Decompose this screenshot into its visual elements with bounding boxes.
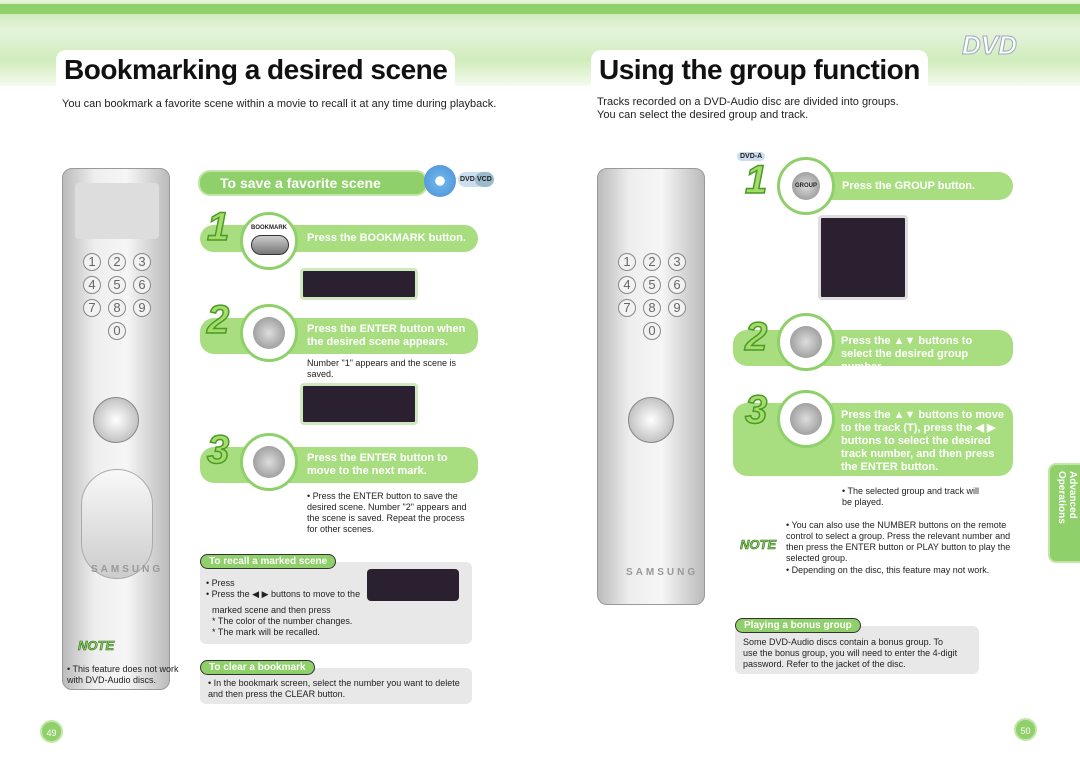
remote-key: 0 (643, 322, 661, 340)
note-icon: NOTE (740, 537, 777, 553)
remote-key: 2 (108, 253, 126, 271)
recall-heading: To recall a marked scene (200, 554, 337, 569)
remote-key: 7 (618, 299, 636, 317)
remote-dpad (628, 397, 674, 443)
remote-key: 5 (108, 276, 126, 294)
remote-key: 7 (83, 299, 101, 317)
remote-key: 4 (83, 276, 101, 294)
bonus-text: Some DVD-Audio discs contain a bonus gro… (743, 637, 958, 669)
note-icon: NOTE (78, 638, 115, 654)
clear-heading: To clear a bookmark (200, 660, 315, 675)
disc-icon (424, 165, 456, 197)
step-2-detail: Number "1" appears and the scene is save… (307, 358, 456, 379)
step-3-instruction: Press the ▲▼ buttons to move to the trac… (733, 403, 1013, 476)
screen-capture-1 (300, 268, 418, 300)
intro-right-1: Tracks recorded on a DVD-Audio disc are … (597, 96, 899, 108)
remote-key: 2 (643, 253, 661, 271)
remote-key: 4 (618, 276, 636, 294)
screen-capture-3 (367, 569, 459, 601)
remote-lower-panel (81, 469, 153, 579)
page-number: 49 (40, 720, 63, 743)
note-text: • You can also use the NUMBER buttons on… (786, 520, 1011, 563)
remote-key: 3 (133, 253, 151, 271)
remote-key: 1 (83, 253, 101, 271)
remote-key: 8 (643, 299, 661, 317)
intro-left: You can bookmark a favorite scene within… (62, 98, 497, 110)
intro-right-2: You can select the desired group and tra… (597, 109, 809, 121)
remote-key: 9 (133, 299, 151, 317)
recall-line: * The mark will be recalled. (212, 627, 320, 637)
recall-line: • Press the ◀ ▶ buttons to move to the (206, 589, 361, 599)
remote-key: 6 (133, 276, 151, 294)
remote-key: 5 (643, 276, 661, 294)
enter-button-image (777, 313, 835, 371)
remote-key: 8 (108, 299, 126, 317)
remote-key: 1 (618, 253, 636, 271)
step-number: 3 (744, 387, 768, 433)
recall-line: marked scene and then press (212, 605, 331, 615)
bonus-heading: Playing a bonus group (735, 618, 861, 633)
step-number: 2 (206, 297, 230, 343)
clear-text: • In the bookmark screen, select the num… (208, 678, 460, 699)
step-3-detail: • Press the ENTER button to save the des… (307, 491, 467, 534)
enter-button-image (240, 304, 298, 362)
screen-capture-2 (300, 383, 418, 425)
recall-line: • Press (206, 578, 235, 588)
badge-vcd: VCD (475, 172, 494, 187)
bookmark-button-image: BOOKMARK (240, 212, 298, 270)
remote-control-image: 1 2 3 4 5 6 7 8 9 0 SAMSUNG (62, 168, 170, 690)
enter-button-image (240, 433, 298, 491)
result-text: • The selected group and track will be p… (842, 486, 980, 507)
section-save-scene: To save a favorite scene (198, 170, 428, 196)
step-number: 2 (744, 314, 768, 360)
remote-key: 9 (668, 299, 686, 317)
remote-control-image: 1 2 3 4 5 6 7 8 9 0 SAMSUNG (597, 168, 705, 605)
step-2-instruction: Press the ▲▼ buttons to select the desir… (733, 330, 1013, 373)
side-tab-advanced-operations: Advanced Operations (1048, 463, 1080, 563)
header-stripe (0, 4, 1080, 14)
screen-capture-group (818, 215, 908, 300)
page-title-right: Using the group function (591, 50, 928, 90)
note-text: • This feature does not work with DVD-Au… (67, 664, 179, 685)
group-button-image: GROUP (777, 157, 835, 215)
brand-logo: SAMSUNG (91, 564, 164, 575)
page-title-left: Bookmarking a desired scene (56, 50, 456, 90)
brand-logo: SAMSUNG (626, 567, 699, 578)
remote-key: 0 (108, 322, 126, 340)
note-text: • Depending on the disc, this feature ma… (786, 565, 990, 575)
remote-key: 6 (668, 276, 686, 294)
remote-top-keys (75, 183, 159, 239)
remote-key: 3 (668, 253, 686, 271)
step-number: 3 (206, 427, 230, 473)
enter-button-image (777, 390, 835, 448)
step-number: 1 (206, 204, 230, 250)
page-number: 50 (1014, 718, 1037, 741)
dvd-logo: DVD (962, 30, 1018, 61)
remote-dpad (93, 397, 139, 443)
recall-line: * The color of the number changes. (212, 616, 353, 626)
step-number: 1 (744, 157, 768, 203)
